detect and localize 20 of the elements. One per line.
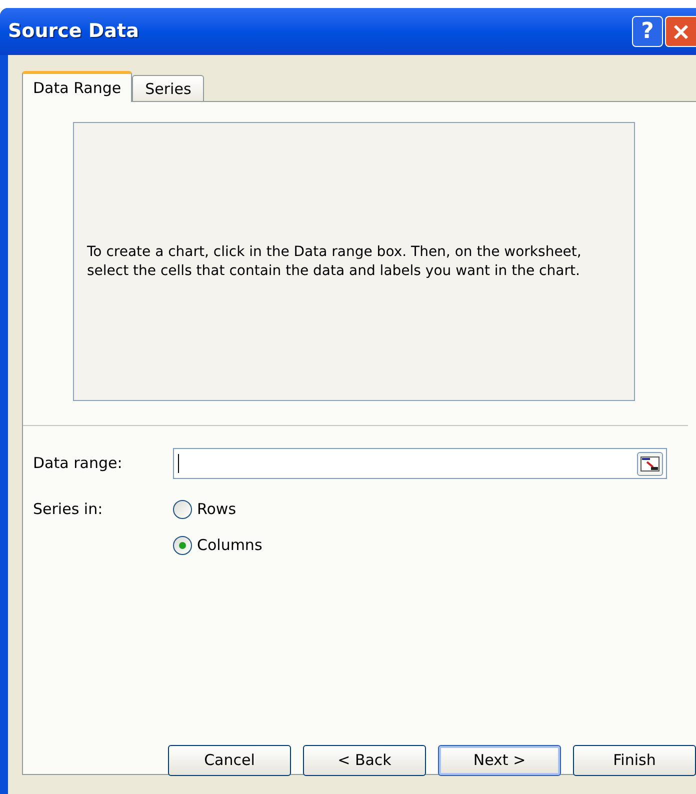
option-label[interactable]: Columns (197, 534, 262, 556)
text-cursor (178, 454, 179, 473)
collapse-dialog-icon[interactable] (637, 452, 663, 476)
help-button[interactable]: ? (632, 16, 663, 47)
tab[interactable]: Data Range (22, 71, 132, 102)
instruction-text: To create a chart, click in the Data range box. Then, on the worksheet, select the cells that contain the data and labels you want in the chart. (87, 242, 582, 280)
close-button[interactable] (665, 16, 696, 47)
field-label: Data range: (33, 453, 124, 474)
option-label[interactable]: Rows (197, 498, 236, 520)
dialog-button[interactable]: Cancel (168, 745, 291, 776)
radio-button[interactable] (173, 500, 192, 518)
data-range-field[interactable] (173, 448, 667, 479)
dialog-button[interactable]: Next > (438, 745, 561, 776)
window-title: Source Data (8, 19, 139, 44)
dialog-button[interactable]: < Back (303, 745, 426, 776)
tab[interactable]: Series (132, 75, 204, 102)
dialog-button[interactable]: Finish (573, 745, 696, 776)
field-label: Series in: (33, 499, 104, 518)
close-icon (672, 22, 690, 40)
radio-button[interactable] (173, 536, 192, 554)
